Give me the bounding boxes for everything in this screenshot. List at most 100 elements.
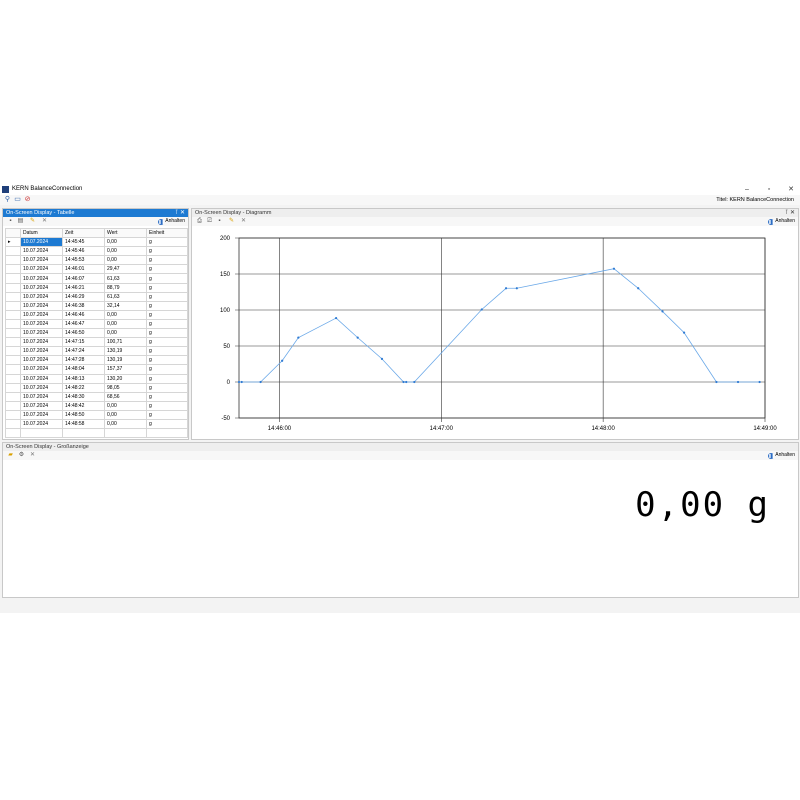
table-cell[interactable]: 88,79	[104, 282, 147, 293]
table-row[interactable]: 10.07.2024 14:48:30 68,56 g	[5, 391, 188, 402]
table-cell[interactable]: 130,19	[104, 346, 147, 357]
save-icon[interactable]: ▪	[216, 218, 223, 225]
table-cell[interactable]: 0,00	[104, 318, 147, 330]
stop-icon[interactable]: ⊘	[24, 196, 31, 203]
table-cell[interactable]	[62, 428, 105, 439]
table-cell[interactable]: g	[146, 391, 188, 402]
table-cell[interactable]: g	[146, 309, 188, 320]
table-cell[interactable]: 157,37	[104, 364, 147, 375]
table-cell[interactable]: 14:48:50	[62, 409, 105, 420]
table-cell[interactable]: 14:46:21	[62, 282, 105, 293]
save-icon[interactable]: ▪	[7, 218, 14, 225]
table-row[interactable]: 10.07.2024 14:47:15 100,71 g	[5, 337, 188, 348]
table-cell[interactable]: 14:48:04	[62, 364, 105, 375]
folder-icon[interactable]: ▰	[7, 452, 14, 459]
table-row[interactable]: 10.07.2024 14:45:46 0,00 g	[5, 246, 188, 257]
table-cell[interactable]	[5, 428, 21, 439]
table-cell[interactable]: 10.07.2024	[20, 237, 63, 248]
table-row[interactable]: ▸ 10.07.2024 14:45:45 0,00 g	[5, 237, 188, 248]
table-row[interactable]: 10.07.2024 14:47:24 130,19 g	[5, 346, 188, 357]
table-cell[interactable]	[104, 428, 147, 439]
table-cell[interactable]: 14:46:07	[62, 273, 105, 284]
table-cell[interactable]: g	[146, 373, 188, 384]
table-cell[interactable]: 14:46:46	[62, 309, 105, 320]
column-header[interactable]: Einheit	[146, 227, 188, 239]
table-cell[interactable]: 14:45:53	[62, 255, 105, 266]
table-cell[interactable]: 10.07.2024	[20, 328, 63, 339]
table-cell[interactable]: 130,20	[104, 373, 147, 384]
table-cell[interactable]: 10.07.2024	[20, 337, 63, 348]
table-cell[interactable]: 10.07.2024	[20, 246, 63, 257]
table-cell[interactable]: 10.07.2024	[20, 273, 63, 284]
table-cell[interactable]	[146, 428, 188, 439]
table-cell[interactable]: 14:46:50	[62, 328, 105, 339]
table-row[interactable]: 10.07.2024 14:46:46 0,00 g	[5, 309, 188, 320]
table-cell[interactable]: 68,56	[104, 391, 147, 402]
table-cell[interactable]: g	[146, 418, 188, 430]
table-cell[interactable]: 14:46:47	[62, 318, 105, 330]
table-cell[interactable]: 10.07.2024	[20, 373, 63, 384]
table-cell[interactable]: 0,00	[104, 255, 147, 266]
table-cell[interactable]: 14:46:01	[62, 264, 105, 275]
table-row[interactable]: 10.07.2024 14:48:58 0,00 g	[5, 418, 188, 430]
table-cell[interactable]: 14:48:22	[62, 382, 105, 393]
close-icon[interactable]: ✕	[790, 210, 795, 216]
table-row[interactable]: 10.07.2024 14:48:50 0,00 g	[5, 409, 188, 420]
table-cell[interactable]	[20, 428, 63, 439]
table-cell[interactable]: 10.07.2024	[20, 409, 63, 420]
table-row[interactable]: 10.07.2024 14:46:38 32,14 g	[5, 300, 188, 311]
table-cell[interactable]: 0,00	[104, 409, 147, 420]
window-icon[interactable]: ▭	[14, 196, 21, 203]
table-cell[interactable]: 10.07.2024	[20, 264, 63, 275]
table-cell[interactable]: g	[146, 337, 188, 348]
clear-icon[interactable]: ✕	[29, 452, 36, 459]
anhalten-button[interactable]: ❚❚Anhalten	[768, 452, 795, 459]
table-cell[interactable]: g	[146, 273, 188, 284]
table-cell[interactable]: 14:45:45	[62, 237, 105, 248]
table-cell[interactable]: 14:48:13	[62, 373, 105, 384]
table-row[interactable]: 10.07.2024 14:46:21 88,79 g	[5, 282, 188, 293]
minimize-button[interactable]: –	[740, 185, 754, 195]
table-cell[interactable]: 10.07.2024	[20, 418, 63, 430]
table-cell[interactable]: g	[146, 264, 188, 275]
table-row[interactable]: 10.07.2024 14:46:50 0,00 g	[5, 328, 188, 339]
table-cell[interactable]: 100,71	[104, 337, 147, 348]
table-row[interactable]: 10.07.2024 14:46:07 61,63 g	[5, 273, 188, 284]
table-cell[interactable]: 0,00	[104, 418, 147, 430]
table-row[interactable]: 10.07.2024 14:48:22 98,05 g	[5, 382, 188, 393]
clear-icon[interactable]: ✕	[240, 218, 247, 225]
table-cell[interactable]: g	[146, 300, 188, 311]
print-icon[interactable]: ⎙	[196, 218, 203, 225]
table-cell[interactable]: 98,05	[104, 382, 147, 393]
table-cell[interactable]: g	[146, 364, 188, 375]
table-cell[interactable]: 14:48:58	[62, 418, 105, 430]
table-row[interactable]: 10.07.2024 14:46:29 61,63 g	[5, 291, 188, 302]
pin-icon[interactable]: ⊺	[785, 210, 788, 216]
table-cell[interactable]: 10.07.2024	[20, 355, 63, 366]
table-cell[interactable]: 130,19	[104, 355, 147, 366]
table-cell[interactable]: 10.07.2024	[20, 255, 63, 266]
table-cell[interactable]: 10.07.2024	[20, 291, 63, 302]
table-cell[interactable]: 10.07.2024	[20, 309, 63, 320]
table-cell[interactable]: g	[146, 355, 188, 366]
maximize-button[interactable]: ▫	[762, 185, 776, 195]
close-button[interactable]: ✕	[784, 185, 798, 195]
table-cell[interactable]: g	[146, 318, 188, 330]
table-row[interactable]: 10.07.2024 14:46:47 0,00 g	[5, 318, 188, 330]
table-cell[interactable]: 14:47:24	[62, 346, 105, 357]
table-row[interactable]: 10.07.2024 14:47:28 130,19 g	[5, 355, 188, 366]
table-cell[interactable]: g	[146, 246, 188, 257]
anhalten-button[interactable]: ❚❚Anhalten	[158, 218, 185, 225]
table-cell[interactable]: 14:47:28	[62, 355, 105, 366]
anhalten-button[interactable]: ❚❚Anhalten	[768, 218, 795, 225]
column-header[interactable]: Zeit	[62, 227, 105, 239]
table-cell[interactable]: 61,63	[104, 291, 147, 302]
table-cell[interactable]: 10.07.2024	[20, 364, 63, 375]
table-cell[interactable]: 10.07.2024	[20, 318, 63, 330]
table-cell[interactable]: 10.07.2024	[20, 300, 63, 311]
table-cell[interactable]: g	[146, 255, 188, 266]
table-cell[interactable]: 10.07.2024	[20, 400, 63, 411]
table-cell[interactable]: 0,00	[104, 309, 147, 320]
table-cell[interactable]: g	[146, 346, 188, 357]
table-cell[interactable]: g	[146, 400, 188, 411]
